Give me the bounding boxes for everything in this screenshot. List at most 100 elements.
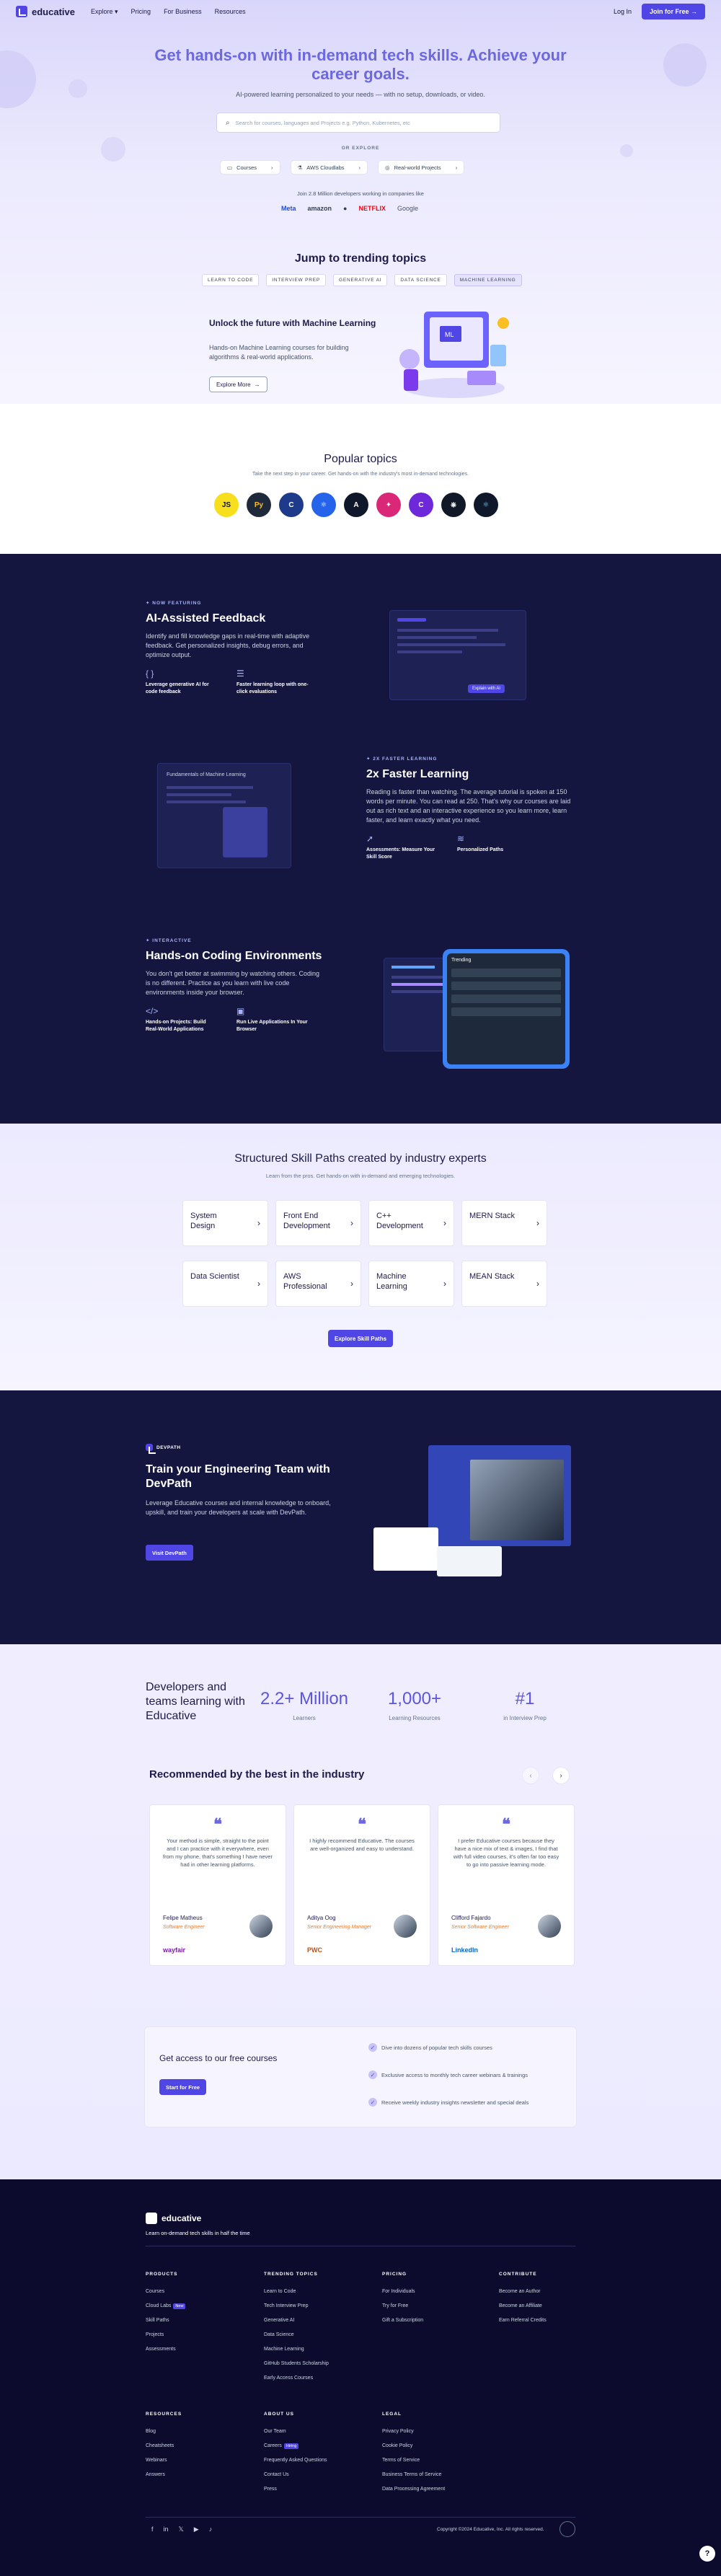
- tab-interview-prep[interactable]: INTERVIEW PREP: [266, 274, 326, 286]
- question-icon: ?: [704, 2549, 710, 2558]
- footer-link[interactable]: Privacy Policy: [382, 2425, 445, 2439]
- footer-link[interactable]: Terms of Service: [382, 2453, 445, 2468]
- svg-text:ML: ML: [445, 331, 454, 338]
- c-plus-plus-icon[interactable]: C: [279, 493, 304, 517]
- youtube-icon[interactable]: ▶: [194, 2526, 199, 2533]
- nav-explore[interactable]: Explore ▾: [91, 8, 118, 16]
- facebook-icon[interactable]: f: [151, 2526, 154, 2533]
- skill-path-card[interactable]: System Design ›: [182, 1200, 268, 1246]
- footer-link[interactable]: Data Science: [264, 2328, 329, 2342]
- skill-path-card[interactable]: MERN Stack ›: [461, 1200, 547, 1246]
- tab-machine-learning[interactable]: MACHINE LEARNING: [454, 274, 522, 286]
- chip-courses[interactable]: ▭ Courses ›: [220, 160, 280, 175]
- carousel-next-button[interactable]: ›: [552, 1767, 570, 1784]
- twitter-icon[interactable]: 𝕏: [179, 2526, 184, 2533]
- skill-path-card[interactable]: Front End Development ›: [275, 1200, 361, 1246]
- join-for-free-button[interactable]: Join for Free →: [641, 4, 705, 19]
- devpath-logo-icon: [146, 1444, 156, 1454]
- skill-path-card[interactable]: AWS Professional ›: [275, 1261, 361, 1307]
- linkedin-icon[interactable]: in: [164, 2526, 169, 2533]
- footer-link[interactable]: Tech Interview Prep: [264, 2299, 329, 2313]
- footer-link[interactable]: Try for Free: [382, 2299, 423, 2313]
- footer-link[interactable]: Cookie Policy: [382, 2439, 445, 2453]
- tiktok-icon[interactable]: ♪: [209, 2526, 213, 2533]
- footer-link[interactable]: Webinars: [146, 2453, 182, 2468]
- check-icon: ✓: [368, 2070, 377, 2079]
- visit-devpath-button[interactable]: Visit DevPath: [146, 1545, 193, 1561]
- chip-cloudlabs[interactable]: ⚗ AWS Cloudlabs ›: [290, 160, 368, 175]
- educative-logo[interactable]: educative: [16, 6, 75, 17]
- footer-link[interactable]: Careers Hiring: [264, 2439, 327, 2453]
- benefit-item: ✓ Exclusive access to monthly tech career…: [368, 2070, 528, 2079]
- footer-link[interactable]: Earn Referral Credits: [499, 2313, 547, 2328]
- devpath-desc: Leverage Educative courses and internal …: [146, 1499, 331, 1516]
- skill-path-card[interactable]: Data Scientist ›: [182, 1261, 268, 1307]
- footer-link[interactable]: Learn to Code: [264, 2285, 329, 2299]
- feature-kicker-text: INTERACTIVE: [152, 938, 192, 943]
- react-icon[interactable]: ⚛: [311, 493, 336, 517]
- footer-link[interactable]: Gift a Subscription: [382, 2313, 423, 2328]
- footer-link[interactable]: Business Terms of Service: [382, 2468, 445, 2482]
- footer-link[interactable]: Courses: [146, 2285, 185, 2299]
- tab-learn-to-code[interactable]: LEARN TO CODE: [202, 274, 260, 286]
- search-input[interactable]: ⌕ Search for courses, languages and Proj…: [216, 113, 500, 133]
- footer-link[interactable]: Answers: [146, 2468, 182, 2482]
- footer-link[interactable]: Assessments: [146, 2342, 185, 2357]
- footer-link[interactable]: GitHub Students Scholarship: [264, 2357, 329, 2371]
- nav-for-business[interactable]: For Business: [164, 8, 202, 16]
- layers-icon: ≋: [457, 834, 465, 844]
- chevron-left-icon: ‹: [529, 1771, 532, 1780]
- login-link[interactable]: Log In: [614, 8, 632, 15]
- footer-link[interactable]: For Individuals: [382, 2285, 423, 2299]
- netflix-logo: NETFLIX: [358, 205, 386, 212]
- skill-path-card[interactable]: Machine Learning ›: [368, 1261, 454, 1307]
- footer-link[interactable]: Become an Affiliate: [499, 2299, 547, 2313]
- skill-path-card[interactable]: MEAN Stack ›: [461, 1261, 547, 1307]
- nav-resources[interactable]: Resources: [215, 8, 246, 16]
- footer-link[interactable]: Machine Learning: [264, 2342, 329, 2357]
- footer-link-label: Press: [264, 2487, 277, 2492]
- footer-link[interactable]: Data Processing Agreement: [382, 2482, 445, 2497]
- footer-link[interactable]: Press: [264, 2482, 327, 2497]
- tab-generative-ai[interactable]: GENERATIVE AI: [332, 274, 388, 286]
- testimonial-name: Aditya Oog: [307, 1915, 336, 1921]
- footer-link[interactable]: Skill Paths: [146, 2313, 185, 2328]
- react-native-icon[interactable]: ⚛: [474, 493, 498, 517]
- help-button[interactable]: ?: [699, 2546, 715, 2562]
- footer-link[interactable]: Blog: [146, 2425, 182, 2439]
- graphql-icon[interactable]: ✦: [376, 493, 401, 517]
- explore-more-button[interactable]: Explore More →: [209, 376, 267, 392]
- book-icon: ▭: [227, 164, 233, 171]
- footer-link[interactable]: Contact Us: [264, 2468, 327, 2482]
- footer-link[interactable]: Cloud Labs New: [146, 2299, 186, 2313]
- csharp-icon[interactable]: C: [409, 493, 433, 517]
- explore-skill-paths-button[interactable]: Explore Skill Paths: [328, 1330, 394, 1347]
- chip-projects[interactable]: ◎ Real-world Projects ›: [378, 160, 465, 175]
- phone-mockup: Trending: [443, 949, 570, 1069]
- features-section: ✦ NOW FEATURING AI-Assisted Feedback Ide…: [0, 554, 721, 1124]
- skill-path-card[interactable]: C++ Development ›: [368, 1200, 454, 1246]
- kubernetes-icon[interactable]: ⎈: [441, 493, 466, 517]
- footer-link[interactable]: Generative AI: [264, 2313, 329, 2328]
- javascript-icon[interactable]: JS: [214, 493, 239, 517]
- machine-learning-illustration: ML: [399, 312, 509, 398]
- tab-data-science[interactable]: DATA SCIENCE: [394, 274, 447, 286]
- aws-icon[interactable]: A: [344, 493, 368, 517]
- explain-with-ai-button[interactable]: Explain with AI: [468, 684, 505, 693]
- footer-link[interactable]: Cheatsheets: [146, 2439, 182, 2453]
- chip-label: AWS Cloudlabs: [306, 164, 345, 171]
- python-icon[interactable]: Py: [247, 493, 271, 517]
- testimonial-text: Your method is simple, straight to the p…: [163, 1838, 273, 1868]
- footer-link[interactable]: Frequently Asked Questions: [264, 2453, 327, 2468]
- stat-number: 2.2+ Million: [260, 1689, 349, 1708]
- footer-logo[interactable]: educative: [146, 2213, 201, 2224]
- feature-coding-env: ✦ INTERACTIVE Hands-on Coding Environmen…: [146, 938, 326, 1033]
- footer-link[interactable]: Projects: [146, 2328, 185, 2342]
- carousel-prev-button[interactable]: ‹: [522, 1767, 539, 1784]
- company-logos: Meta amazon ● NETFLIX Google: [281, 205, 418, 212]
- footer-link[interactable]: Our Team: [264, 2425, 327, 2439]
- footer-link[interactable]: Become an Author: [499, 2285, 547, 2299]
- footer-link[interactable]: Early Access Courses: [264, 2371, 329, 2386]
- nav-pricing[interactable]: Pricing: [131, 8, 151, 16]
- start-for-free-button[interactable]: Start for Free: [159, 2079, 207, 2095]
